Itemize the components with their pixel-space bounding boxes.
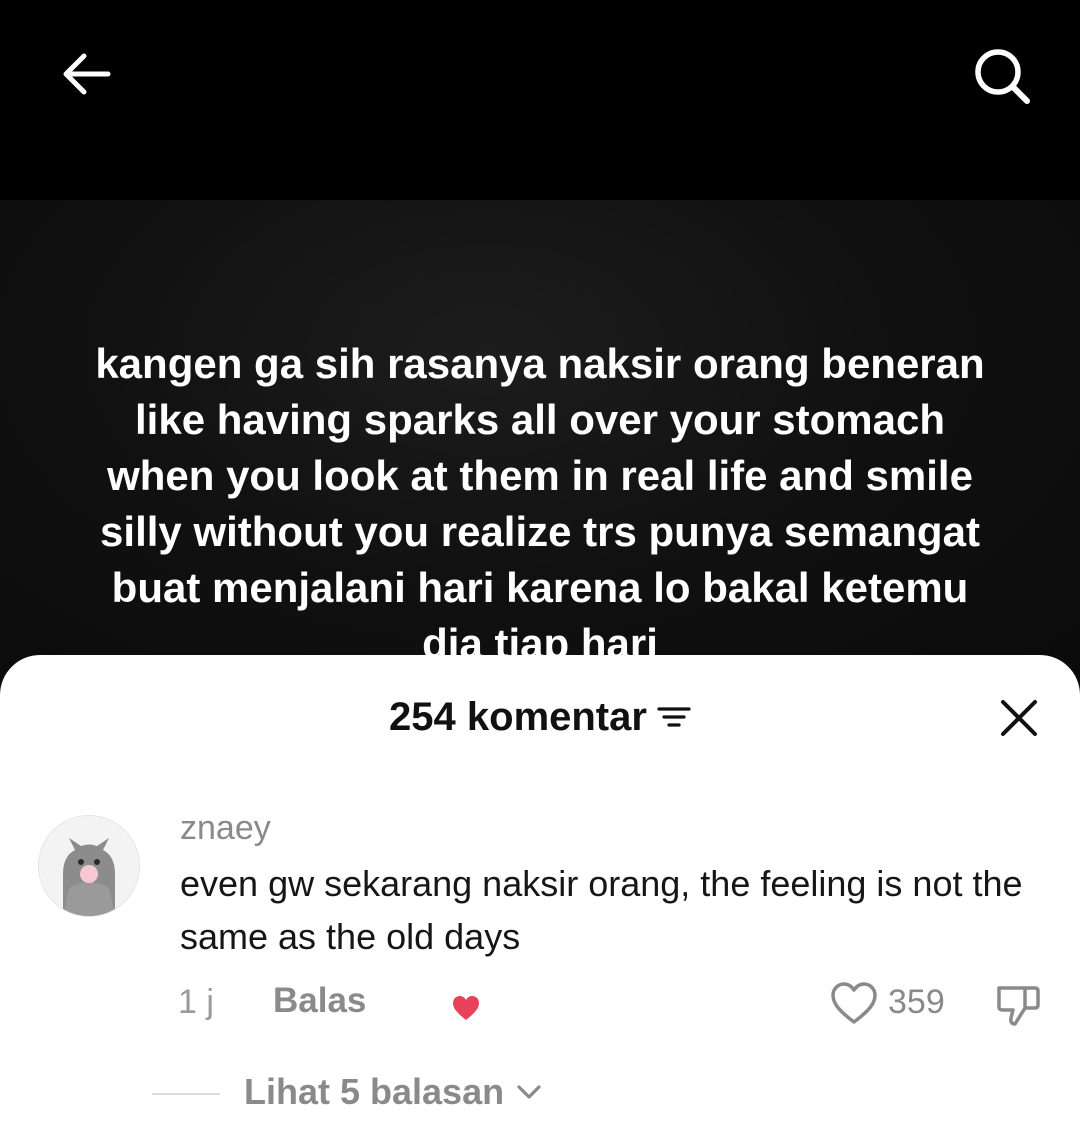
sort-lines-icon bbox=[657, 707, 691, 727]
comment-text: even gw sekarang naksir orang, the feeli… bbox=[180, 863, 1023, 957]
view-replies-button[interactable]: Lihat 5 balasan bbox=[244, 1071, 542, 1113]
video-caption: kangen ga sih rasanya naksir orang bener… bbox=[95, 340, 985, 667]
avatar[interactable] bbox=[38, 815, 140, 917]
close-icon bbox=[1001, 700, 1037, 736]
cat-avatar-icon bbox=[39, 816, 139, 916]
dislike-button[interactable] bbox=[990, 977, 1046, 1033]
replies-divider bbox=[152, 1093, 220, 1095]
creator-liked-badge bbox=[452, 995, 480, 1026]
thumbs-down-icon bbox=[997, 986, 1040, 1026]
chevron-down-icon bbox=[517, 1085, 541, 1099]
comment-count-label: 254 komentar bbox=[389, 695, 647, 739]
video-player[interactable]: kangen ga sih rasanya naksir orang bener… bbox=[0, 200, 1080, 700]
heart-outline-icon bbox=[831, 982, 877, 1024]
comment-actions: 1 j Balas 359 bbox=[0, 975, 1080, 1035]
comments-header: 254 komentar bbox=[0, 655, 1080, 775]
comments-sheet: 254 komentar znaey even gw sekarang naks… bbox=[0, 655, 1080, 1134]
heart-filled-icon bbox=[453, 996, 479, 1020]
view-replies-label: Lihat 5 balasan bbox=[244, 1071, 505, 1112]
close-button[interactable] bbox=[990, 689, 1048, 747]
search-icon bbox=[975, 49, 1030, 104]
arrow-left-icon bbox=[63, 53, 111, 95]
top-bar bbox=[0, 0, 1080, 200]
like-button[interactable] bbox=[828, 977, 880, 1029]
search-button[interactable] bbox=[962, 36, 1042, 116]
comment-username[interactable]: znaey bbox=[180, 807, 271, 849]
comment-time: 1 j bbox=[178, 983, 214, 1021]
back-button[interactable] bbox=[50, 38, 122, 110]
view-replies[interactable]: Lihat 5 balasan bbox=[0, 1065, 1080, 1125]
reply-button[interactable]: Balas bbox=[273, 981, 366, 1021]
comment-count-title[interactable]: 254 komentar bbox=[0, 693, 1080, 741]
like-count: 359 bbox=[888, 983, 945, 1021]
